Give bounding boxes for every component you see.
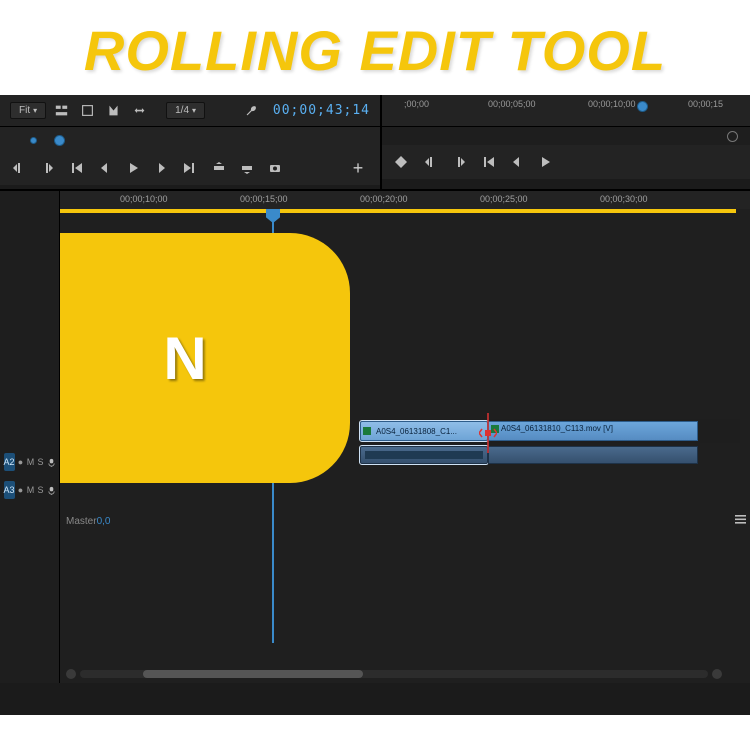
scrubber-handle[interactable]	[30, 137, 37, 144]
audio-track-a3-header[interactable]: A3 ● M S	[4, 479, 56, 501]
clip-thumb-icon	[491, 425, 499, 433]
video-clip-2[interactable]: A0S4_06131810_C113.mov [V]	[488, 421, 698, 441]
marker-out-icon[interactable]	[38, 159, 56, 177]
scrollbar-thumb[interactable]	[143, 670, 363, 678]
play-icon[interactable]	[124, 159, 142, 177]
timeline-dual-icon[interactable]	[50, 100, 72, 122]
jump-start-icon[interactable]	[480, 153, 498, 171]
ruler-label: 00;00;20;00	[360, 194, 408, 204]
video-editor-ui: Fit ▾ 1/4 ▾ 00;00;43;14	[0, 95, 750, 715]
track-headers: A2 ● M S A3 ● M S	[0, 191, 60, 683]
ruler-label: 00;00;15;00	[240, 194, 288, 204]
scale-dropdown[interactable]: 1/4 ▾	[166, 102, 205, 119]
marker-in-icon[interactable]	[10, 159, 28, 177]
sequence-playhead-handle[interactable]	[637, 101, 648, 112]
camera-icon[interactable]	[266, 159, 284, 177]
preview-toolbar: Fit ▾ 1/4 ▾ 00;00;43;14	[0, 95, 380, 127]
ruler-label: 00;00;30;00	[600, 194, 648, 204]
mute-button[interactable]: M	[27, 483, 35, 497]
horizontal-scrollbar[interactable]	[66, 669, 722, 679]
scrollbar-track[interactable]	[80, 670, 708, 678]
marker-in-icon[interactable]	[422, 153, 440, 171]
sequence-ruler[interactable]: ;00;00 00;00;05;00 00;00;10;00 00;00;15	[392, 97, 740, 125]
ruler-label: 00;00;15	[688, 99, 723, 109]
jump-end-icon[interactable]	[180, 159, 198, 177]
preview-timecode: 00;00;43;14	[273, 103, 370, 118]
mic-icon[interactable]	[47, 483, 56, 497]
lift-icon[interactable]	[210, 159, 228, 177]
mute-button[interactable]: M	[27, 455, 35, 469]
audio-clip-2[interactable]	[488, 446, 698, 464]
audio-clip-1[interactable]	[360, 446, 488, 464]
record-icon[interactable]: ●	[17, 483, 25, 497]
playhead-handle[interactable]	[54, 135, 65, 146]
video-clip-1[interactable]: A0S4_06131808_C1...	[360, 421, 488, 441]
add-button[interactable]: +	[346, 156, 370, 180]
clip-label: A0S4_06131808_C1...	[376, 427, 457, 436]
scrollbar-handle-right[interactable]	[712, 669, 722, 679]
solo-button[interactable]: S	[37, 483, 45, 497]
solo-button[interactable]: S	[37, 455, 45, 469]
wrench-icon[interactable]	[241, 100, 263, 122]
marker-circle-icon[interactable]	[727, 131, 738, 142]
scrollbar-handle-left[interactable]	[66, 669, 76, 679]
ruler-label: ;00;00	[404, 99, 429, 109]
extract-icon[interactable]	[238, 159, 256, 177]
overlay-icon[interactable]	[76, 100, 98, 122]
clip-thumb-icon	[363, 427, 371, 435]
record-icon[interactable]: ●	[17, 455, 25, 469]
fit-dropdown[interactable]: Fit ▾	[10, 102, 46, 119]
step-back-icon[interactable]	[508, 153, 526, 171]
step-fwd-icon[interactable]	[152, 159, 170, 177]
ruler-label: 00;00;10;00	[120, 194, 168, 204]
preview-transport: +	[0, 151, 380, 185]
track-chip[interactable]: A2	[4, 453, 15, 471]
timeline-ruler[interactable]: 00;00;10;00 00;00;15;00 00;00;20;00 00;0…	[60, 191, 750, 209]
master-row: Master 0,0	[62, 509, 750, 533]
audio-track-a1[interactable]	[360, 445, 740, 465]
video-track-v1[interactable]: A0S4_06131808_C1... A0S4_06131810_C113.m…	[360, 419, 740, 443]
step-back-icon[interactable]	[96, 159, 114, 177]
jump-start-icon[interactable]	[68, 159, 86, 177]
ruler-label: 00;00;25;00	[480, 194, 528, 204]
hamburger-icon[interactable]	[735, 515, 746, 527]
fit-label: Fit	[19, 105, 30, 116]
chevron-down-icon: ▾	[192, 106, 196, 115]
timeline[interactable]: 00;00;10;00 00;00;15;00 00;00;20;00 00;0…	[60, 191, 750, 683]
diamond-icon[interactable]	[392, 153, 410, 171]
mic-icon[interactable]	[47, 455, 56, 469]
preview-ruler[interactable]	[0, 127, 380, 151]
shortcut-badge: N	[60, 233, 350, 483]
shortcut-key-letter: N	[163, 324, 206, 393]
marker-row	[382, 127, 750, 145]
marker-icon[interactable]	[102, 100, 124, 122]
scale-label: 1/4	[175, 105, 189, 116]
play-icon[interactable]	[536, 153, 554, 171]
sequence-toolbar: ;00;00 00;00;05;00 00;00;10;00 00;00;15	[382, 95, 750, 127]
work-area-bar[interactable]	[60, 209, 736, 213]
clip-container: A0S4_06131808_C1... A0S4_06131810_C113.m…	[360, 419, 740, 469]
page-title: ROLLING EDIT TOOL	[0, 18, 750, 83]
marker-out-icon[interactable]	[450, 153, 468, 171]
audio-track-a2-header[interactable]: A2 ● M S	[4, 451, 56, 473]
sequence-transport	[382, 145, 750, 179]
track-chip[interactable]: A3	[4, 481, 15, 499]
ruler-label: 00;00;05;00	[488, 99, 536, 109]
chevron-down-icon: ▾	[33, 106, 37, 115]
clip-label: A0S4_06131810_C113.mov [V]	[501, 424, 613, 433]
master-label: Master	[66, 516, 97, 527]
arrows-icon[interactable]	[128, 100, 150, 122]
ruler-label: 00;00;10;00	[588, 99, 636, 109]
master-value[interactable]: 0,0	[97, 516, 111, 527]
